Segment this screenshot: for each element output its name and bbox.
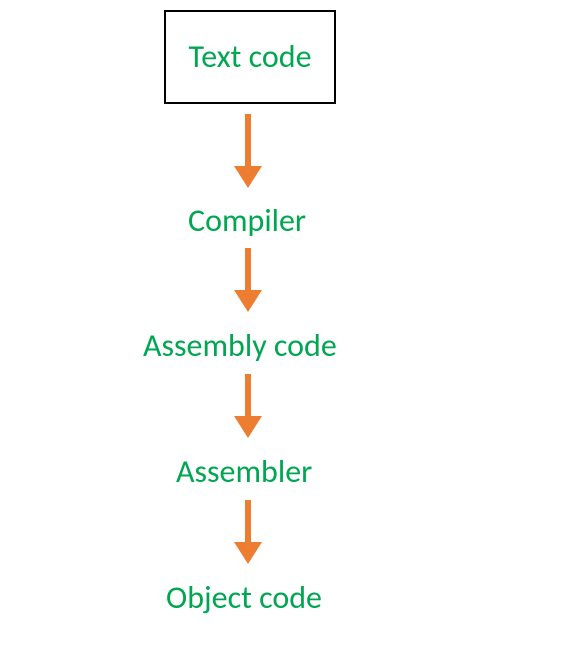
- node-object-code: Object code: [166, 582, 322, 614]
- flowchart: Text code Compiler Assembly code Assembl…: [0, 0, 561, 653]
- arrow-down-icon: [234, 374, 262, 438]
- node-compiler: Compiler: [188, 205, 306, 237]
- node-text-code-box: Text code: [164, 10, 336, 104]
- arrow-down-icon: [234, 114, 262, 188]
- arrow-down-icon: [234, 500, 262, 564]
- node-assembly-code: Assembly code: [143, 330, 337, 362]
- arrow-down-icon: [234, 248, 262, 312]
- node-assembler: Assembler: [176, 456, 312, 488]
- node-text-code: Text code: [189, 41, 312, 73]
